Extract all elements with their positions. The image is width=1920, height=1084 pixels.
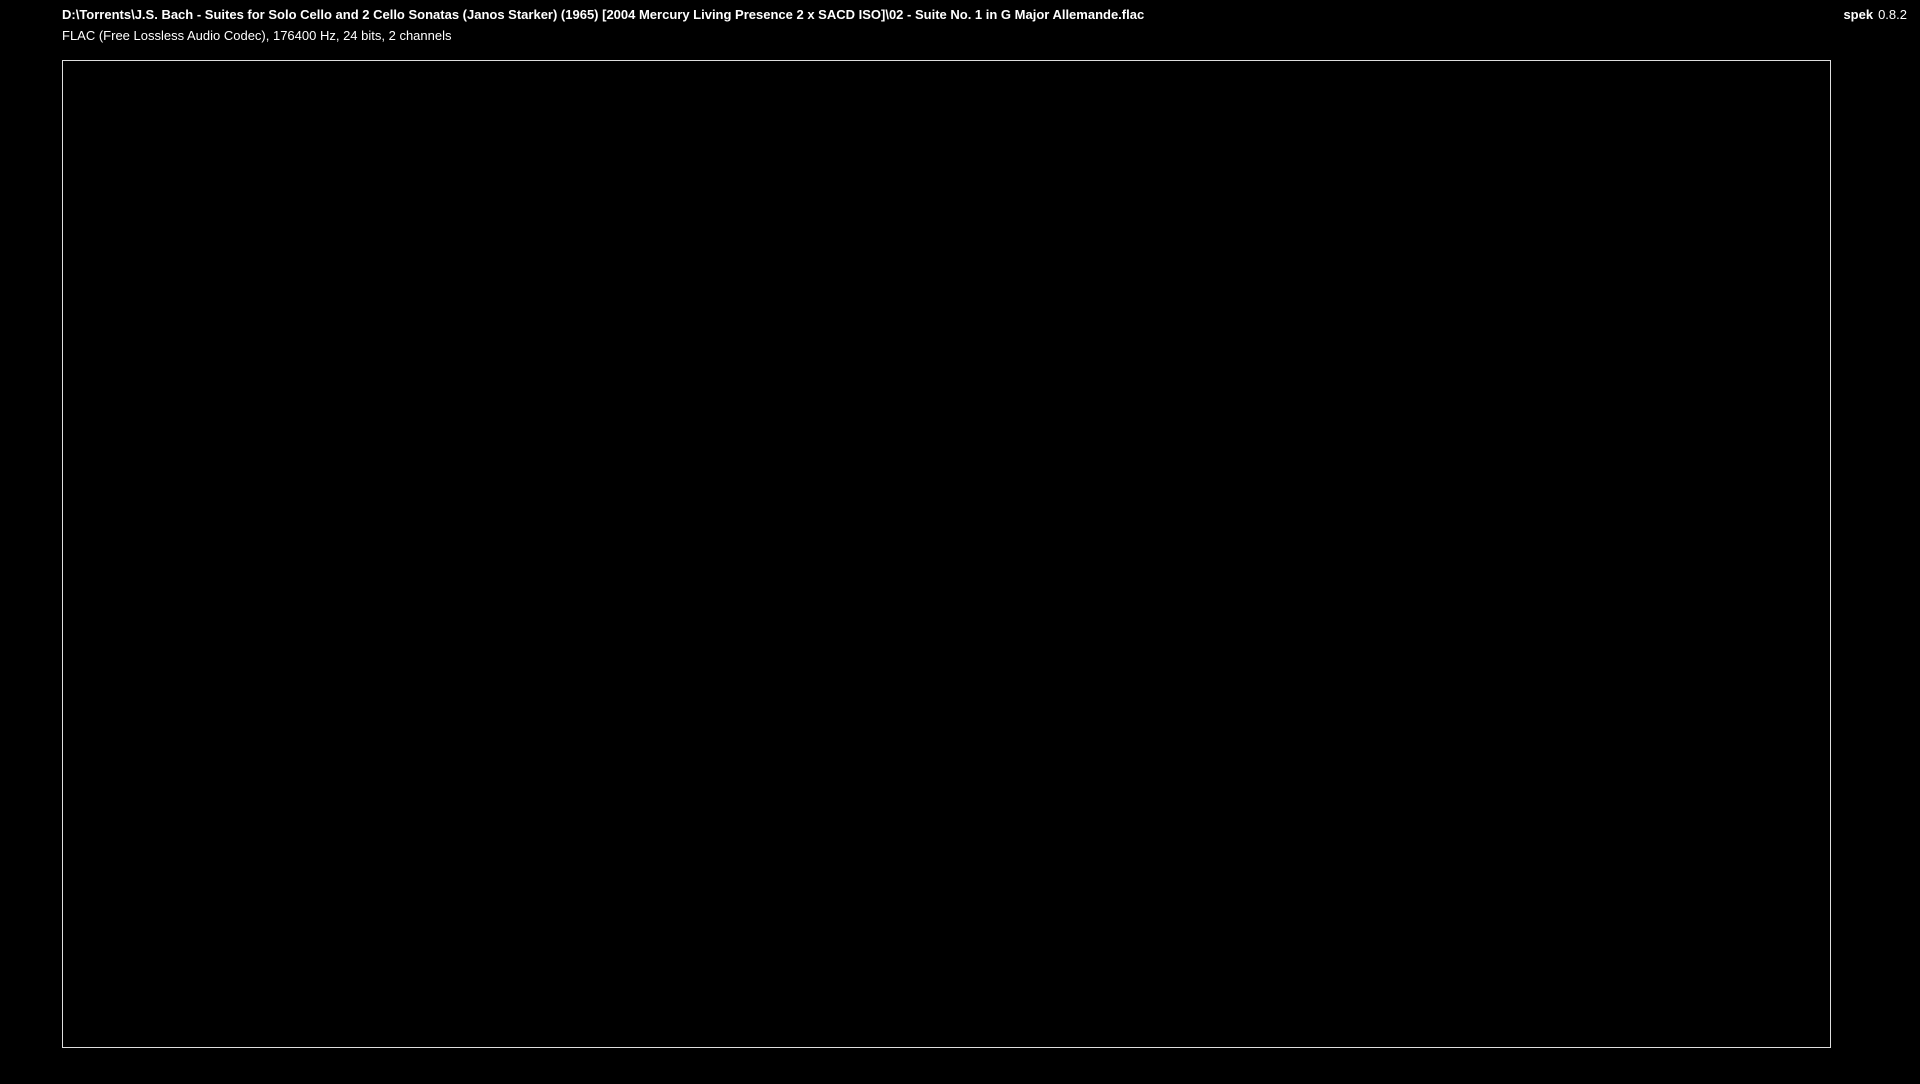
spectrogram-canvas [63,61,1830,1047]
file-path-title: D:\Torrents\J.S. Bach - Suites for Solo … [62,7,1144,22]
app-version-badge: spek 0.8.2 [1843,7,1907,22]
spek-window: D:\Torrents\J.S. Bach - Suites for Solo … [0,0,1920,1084]
db-color-scale [1840,61,1851,1047]
format-subtitle: FLAC (Free Lossless Audio Codec), 176400… [62,28,452,43]
app-name-label: spek [1843,7,1873,22]
app-version-label: 0.8.2 [1878,7,1907,22]
